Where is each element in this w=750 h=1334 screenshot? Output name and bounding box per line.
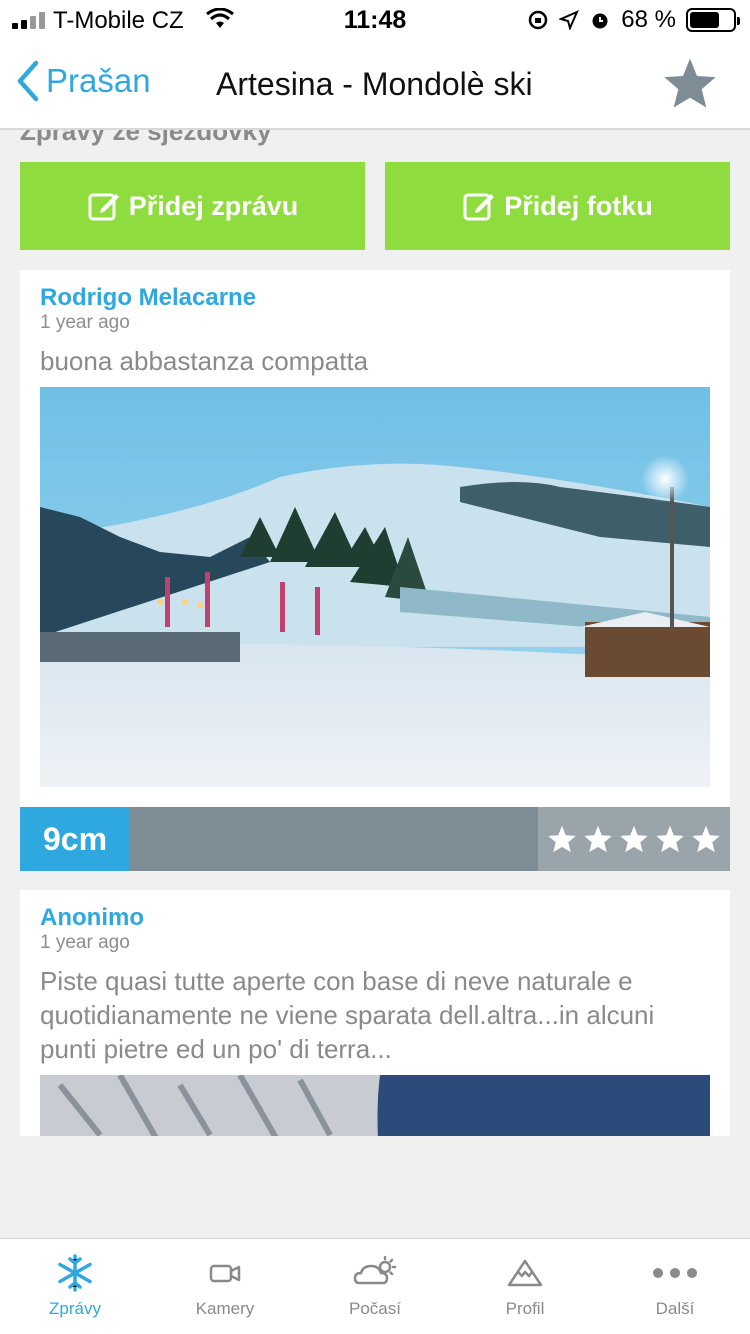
edit-icon bbox=[88, 193, 119, 221]
report-feed[interactable]: Zprávy ze sjezdovky Přidej zprávu Přidej… bbox=[0, 130, 750, 1136]
tab-profil[interactable]: Profil bbox=[450, 1239, 600, 1334]
report-time: 1 year ago bbox=[40, 932, 130, 953]
tab-label: Zprávy bbox=[49, 1299, 101, 1318]
carrier-name: T-Mobile CZ bbox=[53, 7, 184, 34]
action-buttons: Přidej zprávu Přidej fotku bbox=[20, 162, 730, 250]
add-photo-label: Přidej fotku bbox=[504, 190, 653, 221]
rotation-lock-icon bbox=[529, 10, 548, 30]
report-card: Rodrigo Melacarne 1 year ago buona abbas… bbox=[20, 270, 730, 871]
camera-icon bbox=[209, 1264, 241, 1283]
tab-bar: Zprávy Kamery Počasí Profil Další bbox=[0, 1238, 750, 1334]
favorite-star-icon[interactable] bbox=[662, 56, 718, 115]
wifi-icon bbox=[205, 7, 235, 37]
location-icon bbox=[559, 10, 580, 30]
tab-dalsi[interactable]: Další bbox=[600, 1239, 750, 1334]
add-photo-button[interactable]: Přidej fotku bbox=[385, 162, 730, 250]
tab-kamery[interactable]: Kamery bbox=[150, 1239, 300, 1334]
tab-zpravy[interactable]: Zprávy bbox=[0, 1239, 150, 1334]
battery-percent: 68 % bbox=[621, 6, 676, 33]
signal-icon bbox=[12, 11, 45, 29]
chevron-left-icon bbox=[17, 60, 39, 102]
tab-label: Kamery bbox=[195, 1299, 255, 1318]
report-author[interactable]: Anonimo bbox=[40, 904, 144, 932]
page-title: Artesina - Mondolè ski bbox=[216, 66, 533, 102]
report-stats-bar: 9cm bbox=[20, 807, 730, 871]
report-card: Anonimo 1 year ago Piste quasi tutte ape… bbox=[20, 890, 730, 1136]
report-photo[interactable] bbox=[40, 387, 710, 787]
star-icon bbox=[584, 825, 612, 853]
star-icon bbox=[656, 825, 684, 853]
report-time: 1 year ago bbox=[40, 312, 130, 333]
battery-icon bbox=[686, 8, 740, 32]
alarm-icon bbox=[592, 13, 608, 29]
report-photo[interactable] bbox=[40, 1075, 710, 1136]
report-message: buona abbastanza compatta bbox=[40, 346, 369, 376]
back-button[interactable]: Prašan bbox=[16, 60, 151, 102]
star-icon bbox=[620, 825, 648, 853]
snow-depth: 9cm bbox=[20, 807, 130, 871]
status-bar: T-Mobile CZ 11:48 68 % bbox=[0, 0, 750, 40]
more-icon bbox=[653, 1268, 697, 1278]
star-icon bbox=[692, 825, 720, 853]
star-icon bbox=[548, 825, 576, 853]
tab-label: Počasí bbox=[349, 1299, 401, 1318]
edit-icon bbox=[463, 193, 495, 221]
add-message-label: Přidej zprávu bbox=[128, 190, 299, 221]
tab-label: Další bbox=[655, 1299, 695, 1318]
section-title: Zprávy ze sjezdovky bbox=[20, 130, 272, 146]
back-button-label: Prašan bbox=[46, 62, 151, 99]
tab-label: Profil bbox=[505, 1299, 545, 1318]
weather-icon bbox=[353, 1255, 397, 1285]
mountain-icon bbox=[507, 1259, 543, 1287]
rating-stars bbox=[538, 807, 730, 871]
navigation-bar: Prašan Artesina - Mondolè ski bbox=[0, 40, 750, 130]
snowflake-icon bbox=[58, 1254, 92, 1292]
add-message-button[interactable]: Přidej zprávu bbox=[20, 162, 365, 250]
report-message: Piste quasi tutte aperte con base di nev… bbox=[40, 966, 655, 1064]
report-author[interactable]: Rodrigo Melacarne bbox=[40, 284, 256, 312]
tab-pocasi[interactable]: Počasí bbox=[300, 1239, 450, 1334]
